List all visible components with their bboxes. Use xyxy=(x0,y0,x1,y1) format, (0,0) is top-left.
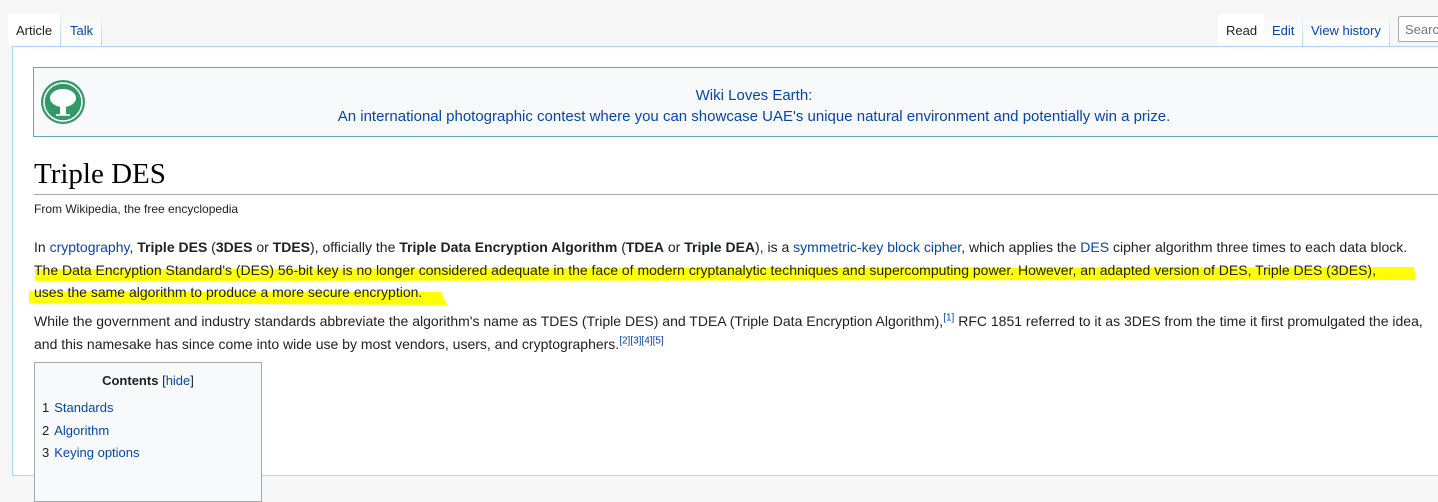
toc-number: 2 xyxy=(42,422,50,438)
text: In xyxy=(34,239,50,255)
banner-headline-link[interactable]: Wiki Loves Earth: xyxy=(696,87,813,104)
toc-item[interactable]: 1 Standards xyxy=(42,397,140,420)
text: While the government and industry standa… xyxy=(34,313,944,329)
site-tagline: From Wikipedia, the free encyclopedia xyxy=(34,202,239,216)
term-tdea-full: Triple Data Encryption Algorithm xyxy=(399,239,618,255)
tab-read[interactable]: Read xyxy=(1218,14,1267,46)
toc-item[interactable]: 2 Algorithm xyxy=(42,420,140,443)
toc-list: 1 Standards 2 Algorithm 3 Keying options xyxy=(42,397,140,465)
toc-link-standards[interactable]: Standards xyxy=(54,400,113,415)
tab-article-label: Article xyxy=(16,23,53,38)
tab-talk-label: Talk xyxy=(70,23,94,38)
tab-edit-label: Edit xyxy=(1272,23,1295,38)
bracket: ] xyxy=(190,373,194,388)
tab-read-label: Read xyxy=(1226,23,1258,38)
tab-separator xyxy=(1388,14,1390,46)
reference-5[interactable]: [5] xyxy=(653,335,664,346)
page-title: Triple DES xyxy=(34,158,166,190)
naming-paragraph: While the government and industry standa… xyxy=(34,310,1434,355)
term-triple-dea: Triple DEA xyxy=(684,239,756,255)
text: , which applies the xyxy=(961,239,1081,255)
tab-separator xyxy=(60,14,62,46)
toc-number: 1 xyxy=(42,400,50,415)
link-des[interactable]: DES xyxy=(1080,239,1109,255)
toc-item[interactable]: 3 Keying options xyxy=(42,442,140,465)
reference-4[interactable]: [4] xyxy=(641,335,652,346)
term-triple-des: Triple DES xyxy=(137,239,208,255)
reference-2[interactable]: [2] xyxy=(619,335,630,346)
toc-link-algorithm[interactable]: Algorithm xyxy=(54,423,109,438)
table-of-contents: Contents [hide] 1 Standards 2 Algorithm 3K… xyxy=(34,362,262,502)
tab-article[interactable]: Article xyxy=(8,14,62,46)
reference-3[interactable]: [3] xyxy=(630,335,641,346)
text: ), is a xyxy=(755,239,794,255)
tab-view-history-label: View history xyxy=(1311,23,1381,38)
toc-toggle: [hide] xyxy=(162,373,194,388)
toc-title: Contents [hide] xyxy=(35,373,261,388)
toc-link-keying-options[interactable]: Keying options xyxy=(54,445,139,460)
reference-1[interactable]: [1] xyxy=(943,312,954,323)
text: cipher algorithm three times to each dat… xyxy=(1109,239,1408,255)
link-cryptography[interactable]: cryptography xyxy=(50,239,130,255)
tab-edit[interactable]: Edit xyxy=(1264,14,1304,46)
toc-number: 3 xyxy=(42,445,50,460)
content-area: Wiki Loves Earth: An international photo… xyxy=(12,46,1438,502)
tab-talk[interactable]: Talk xyxy=(62,14,103,46)
text: ), officially the xyxy=(310,239,400,255)
intro-paragraph: In cryptography, Triple DES (3DES or TDE… xyxy=(34,236,1434,304)
search-input[interactable]: Searc xyxy=(1398,16,1438,42)
highlighted-sentence-line-1: The Data Encryption Standard's (DES) 56-… xyxy=(34,261,1376,278)
term-3des: 3DES xyxy=(215,239,253,255)
text: ( xyxy=(207,239,216,255)
site-notice-banner: Wiki Loves Earth: An international photo… xyxy=(33,67,1438,137)
text: ( xyxy=(617,239,626,255)
link-symmetric-key-block-cipher[interactable]: symmetric-key block cipher xyxy=(793,239,961,255)
banner-description-link[interactable]: An international photographic contest wh… xyxy=(338,108,1171,125)
term-tdea: TDEA xyxy=(625,239,664,255)
text: or xyxy=(664,239,685,255)
text: or xyxy=(252,239,273,255)
highlighted-sentence-line-2: uses the same algorithm to produce a mor… xyxy=(34,284,423,300)
toc-hide-link[interactable]: hide xyxy=(166,373,191,388)
tab-view-history[interactable]: View history xyxy=(1303,14,1390,46)
title-divider xyxy=(34,194,1438,195)
term-tdes: TDES xyxy=(272,239,311,255)
toc-heading: Contents xyxy=(102,373,159,388)
tab-separator xyxy=(101,14,103,46)
